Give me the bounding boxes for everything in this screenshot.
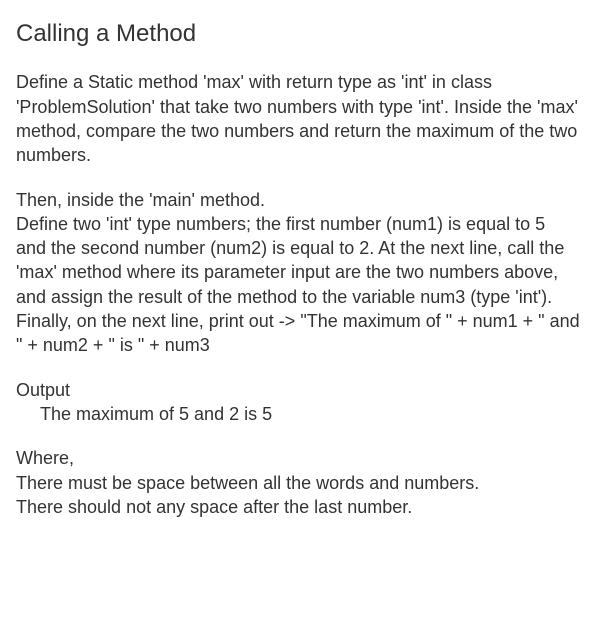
output-label: Output (16, 378, 580, 402)
paragraph-2: Then, inside the 'main' method. Define t… (16, 188, 580, 358)
page-title: Calling a Method (16, 18, 580, 50)
output-content: The maximum of 5 and 2 is 5 (16, 402, 580, 426)
output-section: Output The maximum of 5 and 2 is 5 (16, 378, 580, 427)
where-line-1: There must be space between all the word… (16, 471, 580, 495)
where-label: Where, (16, 446, 580, 470)
where-line-2: There should not any space after the las… (16, 495, 580, 519)
where-section: Where, There must be space between all t… (16, 446, 580, 519)
paragraph-1: Define a Static method 'max' with return… (16, 70, 580, 167)
